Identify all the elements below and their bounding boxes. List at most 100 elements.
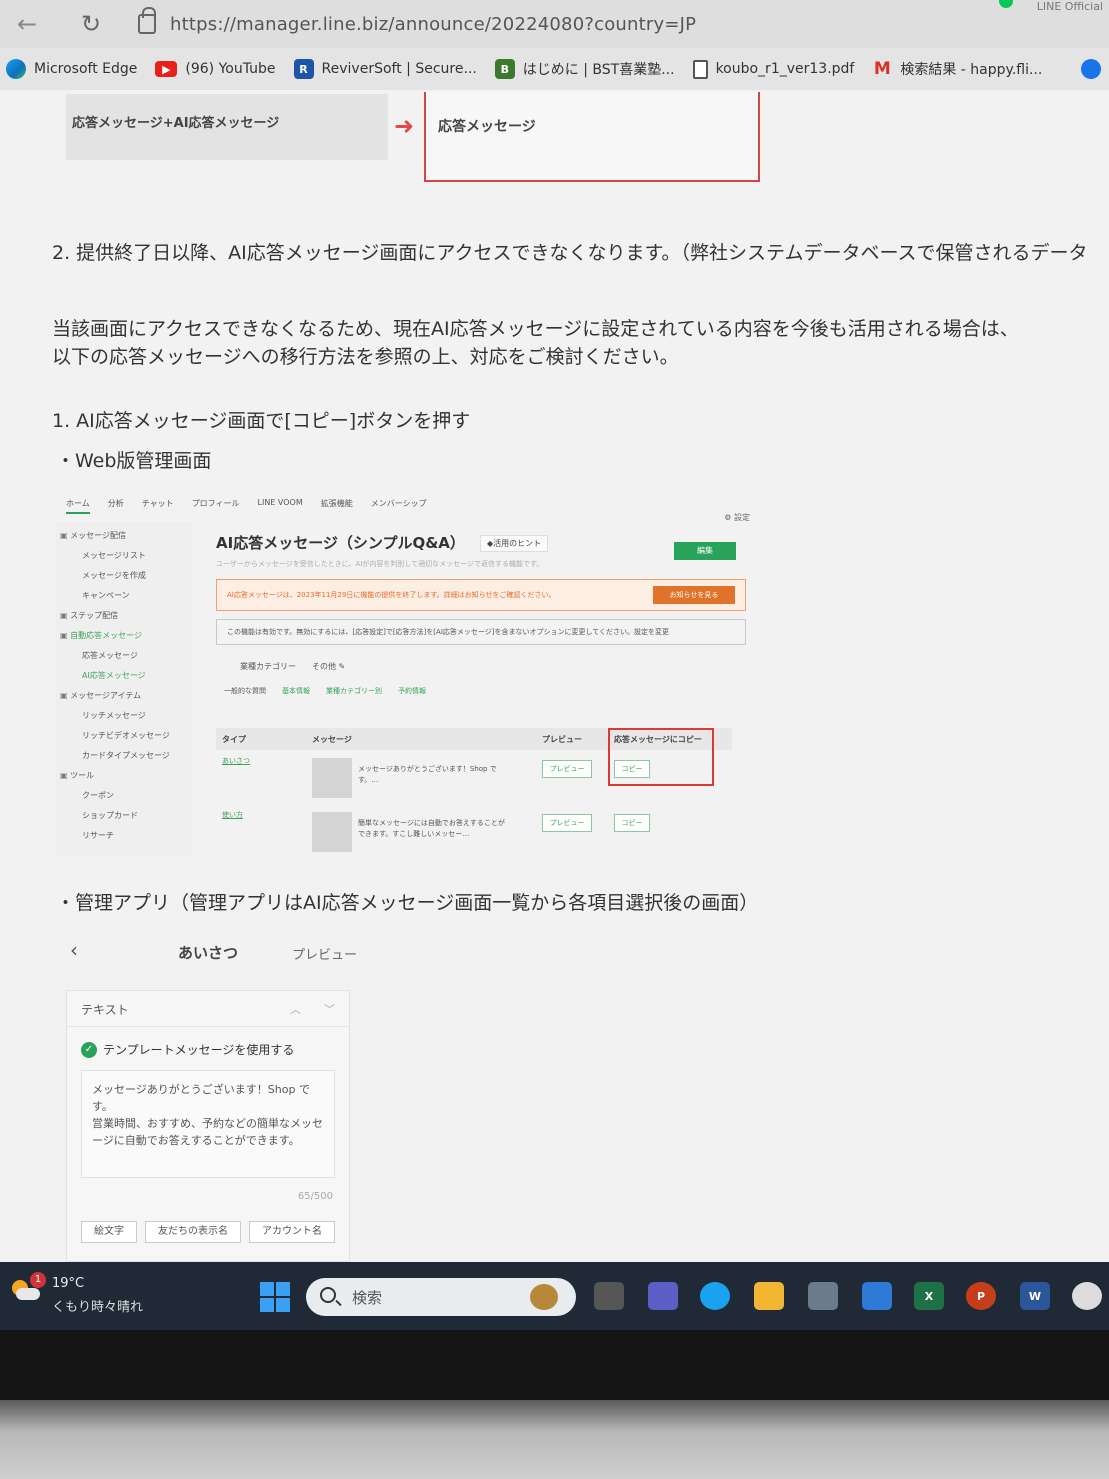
sidebar-item-message-list: メッセージリスト (82, 551, 146, 560)
lock-icon[interactable] (138, 7, 156, 34)
sidebar-item-shop-card: ショップカード (82, 811, 138, 820)
preview-button: プレビュー (542, 760, 592, 778)
app-preview-tab: プレビュー (292, 948, 358, 963)
edit-button: 編集 (674, 542, 736, 560)
teams-icon[interactable] (648, 1282, 678, 1310)
sidebar-item-campaign: キャンペーン (82, 591, 130, 600)
bookmark-label: 検索結果 - happy.fli... (900, 62, 1043, 78)
ai-response-table: タイプ メッセージ プレビュー 応答メッセージにコピー あいさつ メッセージあり… (216, 728, 732, 858)
tab-chat: チャット (141, 499, 174, 508)
bookmark-youtube[interactable]: ▶ (96) YouTube (155, 61, 276, 77)
account-name-chip: アカウント名 (249, 1221, 335, 1243)
flow-to-box: 応答メッセージ (424, 92, 760, 182)
app-item-title: あいさつ (178, 944, 239, 962)
taskbar: 1 19°C くもり時々晴れ 検索 X P W (0, 1262, 1109, 1330)
row-message: メッセージありがとうございます！Shop です。… (358, 765, 497, 784)
temperature: 19°C (52, 1276, 85, 1291)
weather-condition: くもり時々晴れ (52, 1300, 144, 1315)
sidebar-item-step-delivery: ステップ配信 (60, 606, 192, 626)
table-row: 使い方 簡単なメッセージには自動でお答えすることができます。すこし難しいメッセー… (216, 804, 732, 858)
copy-button: コピー (614, 814, 650, 832)
screen-bezel (0, 1330, 1109, 1400)
powerpoint-icon[interactable]: P (966, 1282, 996, 1310)
sidebar-item-response-message: 応答メッセージ (82, 651, 138, 660)
bookmark-microsoft-edge[interactable]: Microsoft Edge (6, 59, 137, 79)
row-message: 簡単なメッセージには自動でお答えすることができます。すこし難しいメッセー… (358, 819, 505, 838)
reviversoft-icon: R (293, 59, 314, 79)
sidebar-item-coupon: クーポン (82, 791, 114, 800)
text-section-header: テキスト ︿ ﹀ (67, 991, 349, 1027)
taskbar-search[interactable]: 検索 (306, 1278, 576, 1316)
arrow-right-icon: ➜ (394, 112, 415, 140)
end-of-service-alert: AI応答メッセージは、2023年11月29日に機能の提供を終了します。詳細はお知… (216, 579, 746, 611)
mail-icon[interactable] (862, 1282, 892, 1310)
bookmark-bst[interactable]: B はじめに | BST喜業塾... (494, 59, 675, 79)
line-icon[interactable] (999, 0, 1013, 8)
bookmark-label: はじめに | BST喜業塾... (522, 62, 675, 78)
subtab-industry: 業種カテゴリー別 (326, 687, 382, 695)
column-preview: プレビュー (542, 735, 582, 744)
question-subtabs: 一般的な質問 基本情報 業種カテゴリー別 予約情報 (216, 686, 746, 696)
tab-membership: メンバーシップ (370, 499, 427, 508)
bookmarks-bar: Microsoft Edge ▶ (96) YouTube R ReviverS… (0, 48, 1109, 90)
sidebar-item-research: リサーチ (82, 831, 114, 840)
bookmark-label: (96) YouTube (185, 61, 276, 77)
industry-category: 業種カテゴリー その他 ✎ (240, 662, 346, 671)
subtab-reservation: 予約情報 (398, 687, 426, 695)
excel-icon[interactable]: X (914, 1282, 944, 1310)
step-1-heading: 1. AI応答メッセージ画面で[コピー]ボタンを押す (52, 410, 471, 432)
bookmark-koubo-pdf[interactable]: koubo_r1_ver13.pdf (692, 59, 855, 79)
sidebar-item-tools: ツール (60, 766, 192, 786)
announcement-page: 応答メッセージ+AI応答メッセージ ➜ 応答メッセージ 2. 提供終了日以降、A… (0, 90, 1109, 1262)
whatsapp-icon[interactable] (1072, 1282, 1102, 1310)
tab-line-voom: LINE VOOM (257, 498, 303, 507)
message-textarea: メッセージありがとうございます！Shop です。 営業時間、おすすめ、予約などの… (81, 1070, 335, 1178)
laptop-frame (0, 1400, 1109, 1479)
character-count: 65/500 (297, 1191, 333, 1202)
edge-taskbar-icon[interactable] (700, 1282, 730, 1310)
sidebar-item-card-type: カードタイプメッセージ (82, 751, 170, 760)
url-field[interactable]: https://manager.line.biz/announce/202240… (170, 14, 696, 35)
sidebar-item-ai-response: AI応答メッセージ (82, 671, 146, 680)
search-icon (320, 1287, 336, 1303)
store-icon[interactable] (808, 1282, 838, 1310)
bookmark-reviversoft[interactable]: R ReviverSoft | Secure... (293, 59, 477, 79)
template-label: テンプレートメッセージを使用する (103, 1043, 295, 1057)
paragraph-end-of-service: 2. 提供終了日以降、AI応答メッセージ画面にアクセスできなくなります。（弊社シ… (52, 242, 1088, 264)
column-type: タイプ (222, 735, 246, 744)
back-arrow-icon[interactable]: ← (10, 7, 44, 41)
subtab-basic: 基本情報 (282, 687, 310, 695)
windows-start-icon[interactable] (260, 1282, 290, 1312)
line-official-label[interactable]: LINE Official (1037, 0, 1103, 13)
sidebar-item-auto-response: 自動応答メッセージ (60, 626, 192, 646)
tab-home: ホーム (66, 498, 90, 514)
row-type: 使い方 (222, 811, 243, 819)
sidebar-item-rich-video: リッチビデオメッセージ (82, 731, 170, 740)
image-placeholder-icon (312, 812, 352, 852)
bookmark-label: koubo_r1_ver13.pdf (715, 61, 855, 77)
flow-from-box: 応答メッセージ+AI応答メッセージ (66, 94, 388, 160)
tab-extensions: 拡張機能 (320, 499, 353, 508)
settings-link: ⚙ 設定 (724, 513, 750, 522)
bookmark-label: Microsoft Edge (34, 61, 138, 77)
alert-text: AI応答メッセージは、2023年11月29日に機能の提供を終了します。詳細はお知… (227, 591, 556, 599)
checkmark-icon: ✓ (81, 1041, 97, 1058)
task-view-icon[interactable] (594, 1282, 624, 1310)
file-explorer-icon[interactable] (754, 1282, 784, 1310)
bookmark-label: ReviverSoft | Secure... (321, 61, 477, 77)
extension-icon[interactable] (1081, 59, 1101, 79)
reload-icon[interactable]: ↻ (74, 7, 108, 41)
tab-profile: プロフィール (191, 499, 240, 508)
web-admin-main: AI応答メッセージ（シンプルQ&A） ◆活用のヒント 編集 ユーザーからメッセー… (216, 532, 746, 852)
column-message: メッセージ (312, 735, 352, 744)
bookmark-gmail-search[interactable]: M 検索結果 - happy.fli... (872, 59, 1042, 79)
edge-icon (6, 59, 26, 79)
sidebar-item-rich-message: リッチメッセージ (82, 711, 146, 720)
template-toggle: ✓ テンプレートメッセージを使用する (81, 1041, 349, 1058)
usage-hint-badge: ◆活用のヒント (479, 535, 549, 552)
emoji-chip: 絵文字 (81, 1221, 137, 1243)
tab-analytics: 分析 (107, 499, 124, 508)
section-label: テキスト (81, 1003, 129, 1017)
ai-response-title: AI応答メッセージ（シンプルQ&A） (216, 534, 465, 552)
word-icon[interactable]: W (1020, 1282, 1050, 1310)
